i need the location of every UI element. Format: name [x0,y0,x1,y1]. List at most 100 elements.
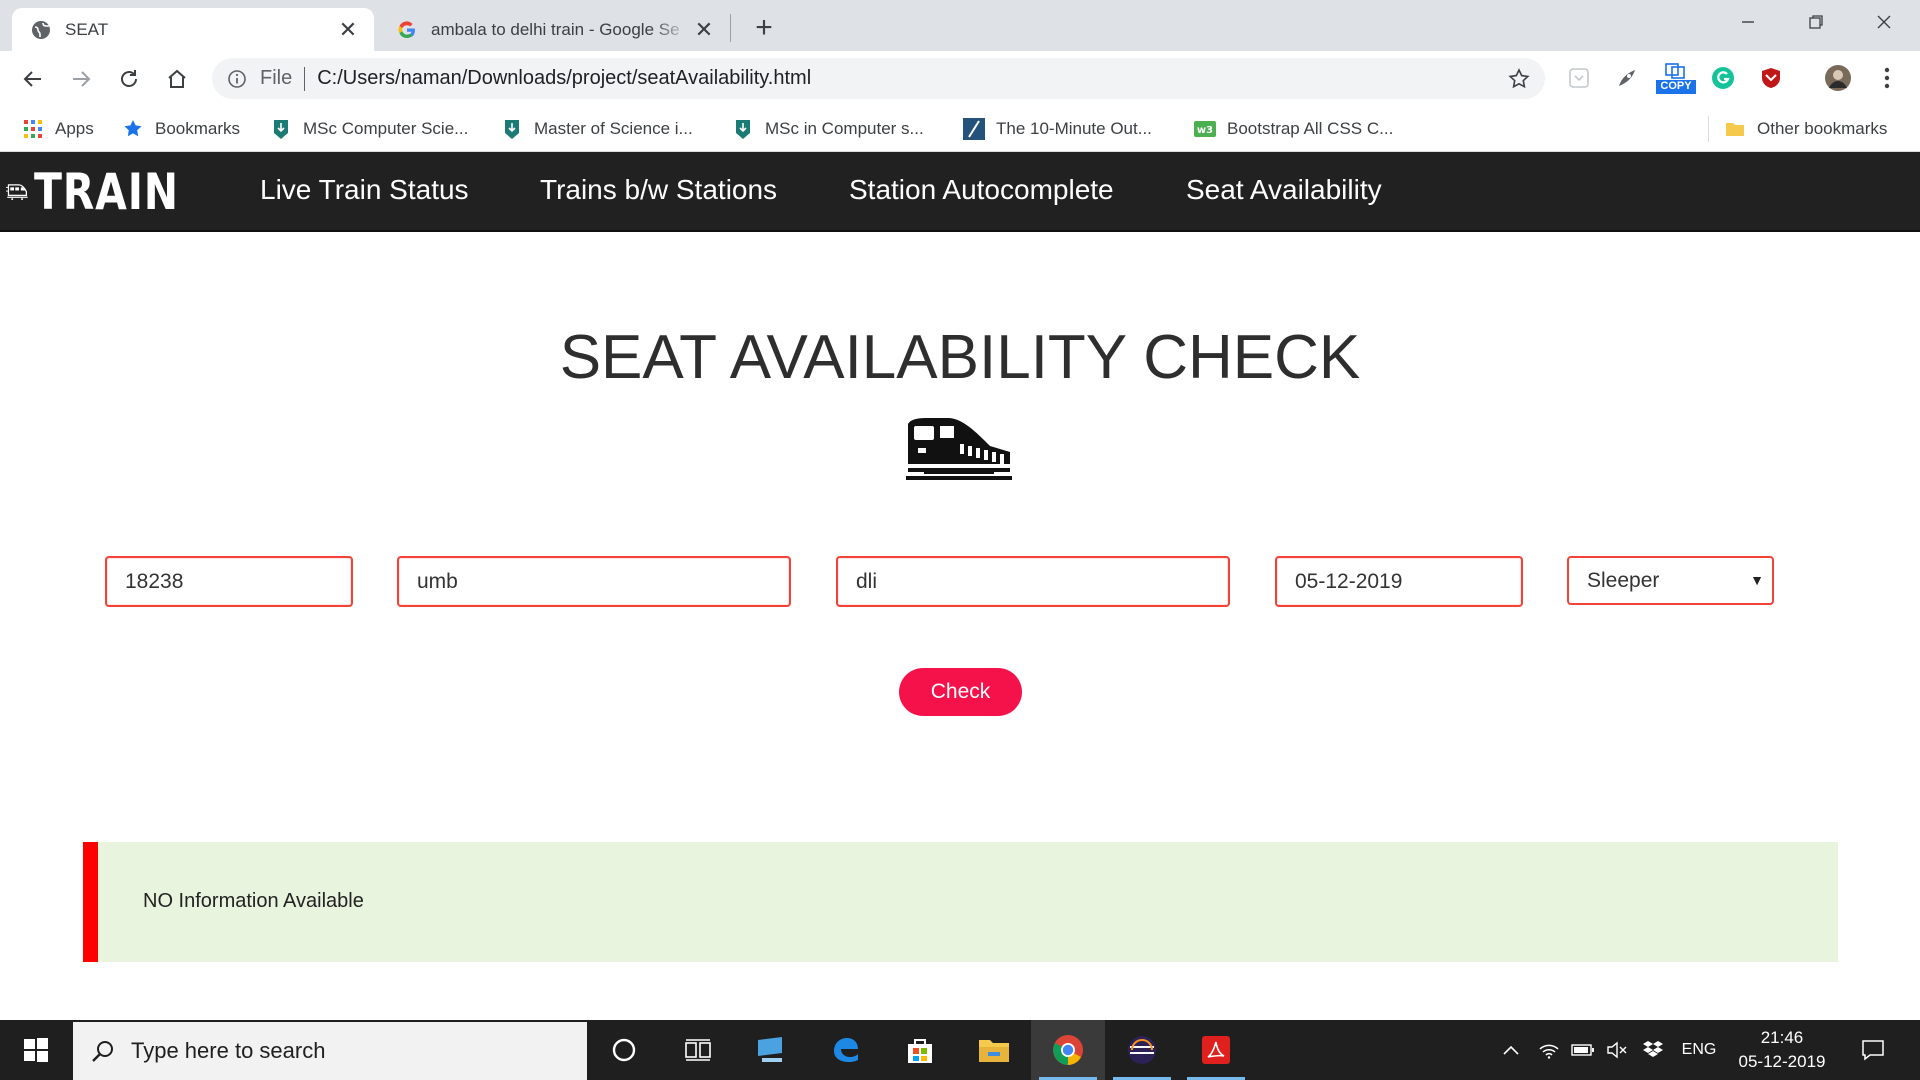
nav-seat-availability[interactable]: Seat Availability [1186,174,1382,206]
volume-muted-icon[interactable] [1602,1020,1632,1080]
file-explorer-icon[interactable] [957,1020,1031,1080]
clock-time: 21:46 [1760,1028,1804,1047]
pen-nib-icon [501,118,523,140]
star-icon [122,118,144,140]
class-select-value: Sleeper [1587,568,1660,592]
tab-google-search[interactable]: ambala to delhi train - Google Se ✕ [378,8,730,51]
windows-start-icon[interactable] [0,1020,72,1080]
minimize-window-icon[interactable] [1714,0,1782,44]
close-window-icon[interactable] [1850,0,1918,44]
tab-seat[interactable]: SEAT ✕ [12,8,374,51]
acrobat-reader-icon[interactable] [1179,1020,1253,1080]
chrome-taskbar-icon[interactable] [1031,1020,1105,1080]
grammarly-icon[interactable] [1708,63,1738,93]
apps-grid-icon [22,118,44,140]
site-logo[interactable]: TRAIN [6,162,211,222]
rocket-extension-icon[interactable] [1612,63,1642,93]
cortana-icon[interactable] [587,1020,661,1080]
folder-icon [1724,118,1746,140]
input-language-indicator[interactable]: ENG [1676,1020,1722,1080]
train-icon [906,418,1012,480]
train-logo-icon [6,184,28,201]
bookmark-star-icon[interactable] [1507,67,1531,91]
result-panel: NO Information Available [83,842,1838,962]
date-input[interactable] [1275,556,1523,607]
forward-arrow-icon[interactable] [62,60,100,98]
browser-toolbar: File C:/Users/naman/Downloads/project/se… [0,51,1920,106]
desktop-app-icon[interactable] [735,1020,809,1080]
nav-live-train-status[interactable]: Live Train Status [260,174,469,206]
bookmark-label: Bookmarks [155,119,241,138]
tab-title: ambala to delhi train - Google Se [431,19,680,39]
bookmark-msc-in-computer[interactable]: MSc in Computer s... [732,115,924,143]
bookmark-label: Master of Science i... [534,119,693,138]
action-center-icon[interactable] [1846,1020,1900,1080]
profile-avatar[interactable] [1823,63,1853,93]
bookmark-msc-computer-science[interactable]: MSc Computer Scie... [270,115,468,143]
microsoft-store-icon[interactable] [883,1020,957,1080]
nav-station-autocomplete[interactable]: Station Autocomplete [849,174,1114,206]
train-number-input[interactable] [105,556,353,607]
edge-browser-icon[interactable] [809,1020,883,1080]
bookmark-label: Apps [55,119,94,138]
battery-icon[interactable] [1568,1020,1598,1080]
search-icon [89,1037,117,1065]
svg-text:w3: w3 [1197,125,1213,136]
search-placeholder: Type here to search [131,1038,326,1063]
bookmark-label: Other bookmarks [1757,119,1888,138]
address-bar[interactable]: File C:/Users/naman/Downloads/project/se… [212,58,1545,99]
pen-nib-icon [270,118,292,140]
wifi-icon[interactable] [1534,1020,1564,1080]
close-tab-icon[interactable]: ✕ [690,16,718,44]
bookmark-label: MSc Computer Scie... [303,119,469,138]
eclipse-ide-icon[interactable] [1105,1020,1179,1080]
task-view-icon[interactable] [661,1020,735,1080]
source-station-input[interactable] [397,556,791,607]
windows-taskbar: Type here to search ENG 21:46 05-12-2019 [0,1020,1920,1080]
restore-window-icon[interactable] [1782,0,1850,44]
bookmark-master-of-science[interactable]: Master of Science i... [501,115,693,143]
new-tab-button[interactable]: + [746,10,782,46]
pen-nib-icon [732,118,754,140]
bookmark-bootstrap-css[interactable]: w3 Bootstrap All CSS C... [1194,115,1393,143]
clock-date: 05-12-2019 [1738,1052,1826,1071]
result-message: NO Information Available [143,890,364,912]
bookmark-bookmarks[interactable]: Bookmarks [122,115,240,143]
page-title: SEAT AVAILABILITY CHECK [559,323,1361,392]
browser-tab-strip: SEAT ✕ ambala to delhi train - Google Se… [0,0,1920,51]
class-select[interactable]: Sleeper ▼ [1567,556,1774,605]
close-tab-icon[interactable]: ✕ [334,16,362,44]
chrome-menu-icon[interactable] [1872,63,1902,93]
copy-extension-icon[interactable]: COPY [1656,63,1696,94]
check-button[interactable]: Check [899,668,1022,716]
pocket-extension-icon[interactable] [1564,63,1594,93]
bookmark-apps[interactable]: Apps [22,115,94,143]
show-hidden-icons-chevron-icon[interactable] [1496,1020,1526,1080]
nav-trains-between-stations[interactable]: Trains b/w Stations [540,174,777,206]
tab-title: SEAT [65,19,109,39]
taskbar-clock[interactable]: 21:46 05-12-2019 [1730,1026,1834,1074]
url-text[interactable]: C:/Users/naman/Downloads/project/seatAva… [317,67,1507,90]
bookmark-10-minute-outline[interactable]: The 10-Minute Out... [963,115,1152,143]
logo-text: TRAIN [34,163,180,221]
reload-icon[interactable] [110,60,148,98]
bookmark-label: The 10-Minute Out... [996,119,1152,138]
destination-station-input[interactable] [836,556,1230,607]
google-g-icon [397,20,417,40]
bookmark-separator [1708,116,1709,142]
w3-icon: w3 [1194,118,1216,140]
dropdown-arrow-icon: ▼ [1750,572,1764,588]
bookmark-other-bookmarks[interactable]: Other bookmarks [1724,115,1887,143]
mcafee-shield-icon[interactable] [1756,63,1786,93]
bookmark-label: Bootstrap All CSS C... [1227,119,1394,138]
back-arrow-icon[interactable] [14,60,52,98]
site-navbar: TRAIN Live Train Status Trains b/w Stati… [0,152,1920,232]
globe-icon [31,20,51,40]
url-divider [304,66,306,91]
info-icon[interactable] [226,68,248,90]
home-icon[interactable] [158,60,196,98]
slash-icon [963,118,985,140]
taskbar-search-box[interactable]: Type here to search [73,1022,587,1080]
dropbox-icon[interactable] [1638,1020,1668,1080]
url-scheme-label: File [260,67,293,89]
